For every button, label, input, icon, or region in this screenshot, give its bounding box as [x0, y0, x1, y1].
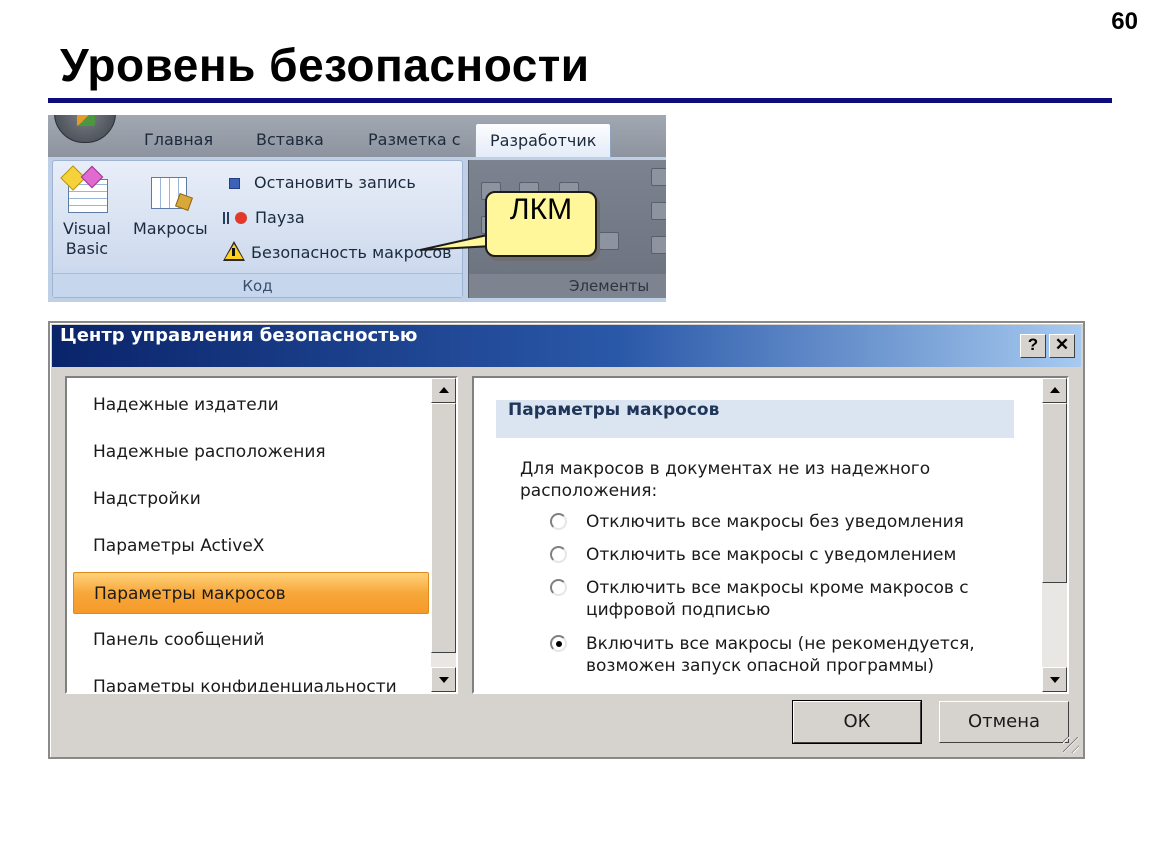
trust-center-nav: Надежные издатели Надежные расположения … [65, 376, 458, 694]
macro-settings-panel: Параметры макросов Для макросов в докуме… [472, 376, 1069, 694]
trust-center-dialog: Центр управления безопасностью ? ✕ Надеж… [48, 321, 1085, 759]
macros-icon [147, 169, 194, 215]
help-button[interactable]: ? [1020, 334, 1046, 358]
radio-button[interactable] [550, 546, 567, 563]
stop-icon [229, 178, 240, 189]
option-label: Отключить все макросы без уведомления [586, 512, 964, 532]
section-header: Параметры макросов [496, 400, 1014, 438]
tab-page-layout[interactable]: Разметка с [368, 123, 461, 157]
visual-basic-icon [60, 165, 110, 215]
control-icon [599, 232, 619, 250]
tab-insert[interactable]: Вставка [256, 123, 324, 157]
pause-icon [223, 212, 251, 224]
view-code-icon [651, 236, 666, 254]
nav-item-trusted-publishers[interactable]: Надежные издатели [73, 384, 429, 426]
title-divider [48, 98, 1112, 103]
close-button[interactable]: ✕ [1049, 334, 1075, 358]
ok-button[interactable]: ОК [792, 700, 922, 744]
dialog-title: Центр управления безопасностью [60, 325, 418, 346]
pause-label: Пауза [255, 208, 305, 227]
stop-recording-button[interactable]: Остановить запись [223, 169, 416, 197]
arrow-up-icon [1050, 387, 1060, 393]
radio-button[interactable] [550, 513, 567, 530]
lkm-callout: ЛКМ [485, 191, 597, 257]
tab-home[interactable]: Главная [144, 123, 213, 157]
content-scrollbar[interactable] [1042, 378, 1067, 692]
tab-developer[interactable]: Разработчик [475, 123, 612, 157]
scroll-down-button[interactable] [431, 667, 456, 692]
scroll-down-button[interactable] [1042, 667, 1067, 692]
scroll-up-button[interactable] [1042, 378, 1067, 403]
option-label: Включить все макросы (не рекомендуется, … [586, 634, 975, 676]
design-mode-icon [651, 168, 666, 186]
intro-text: Для макросов в документах не из надежног… [520, 459, 931, 501]
nav-item-macro-settings[interactable]: Параметры макросов [73, 572, 429, 614]
scroll-thumb[interactable] [431, 403, 456, 653]
ribbon-group-code: Visual Basic Макросы Остановить запись П… [52, 160, 463, 298]
macro-security-button[interactable]: Безопасность макросов [223, 239, 452, 267]
office-logo-icon [77, 115, 95, 126]
macros-button[interactable]: Макросы [133, 169, 208, 239]
properties-icon [651, 202, 666, 220]
dialog-titlebar: Центр управления безопасностью ? ✕ [52, 325, 1081, 367]
group-controls-label: Элементы [469, 274, 666, 298]
office-button[interactable] [54, 115, 116, 143]
visual-basic-label-line1: Visual [63, 219, 111, 238]
stop-recording-label: Остановить запись [254, 173, 416, 192]
radio-button-checked[interactable] [550, 635, 567, 652]
scroll-thumb[interactable] [1042, 403, 1067, 583]
page-number: 60 [1111, 8, 1138, 35]
arrow-down-icon [439, 677, 449, 683]
pause-button[interactable]: Пауза [223, 204, 305, 232]
arrow-down-icon [1050, 677, 1060, 683]
radio-button[interactable] [550, 579, 567, 596]
nav-item-trusted-locations[interactable]: Надежные расположения [73, 431, 429, 473]
warning-icon [223, 241, 245, 261]
nav-item-activex-settings[interactable]: Параметры ActiveX [73, 525, 429, 567]
resize-grip-icon[interactable] [1063, 737, 1079, 753]
macros-label: Макросы [133, 219, 208, 238]
arrow-up-icon [439, 387, 449, 393]
visual-basic-label-line2: Basic [65, 239, 109, 258]
visual-basic-button[interactable]: Visual Basic [60, 165, 111, 259]
slide-title: Уровень безопасности [60, 39, 590, 91]
ribbon-tab-bar: Главная Вставка Разметка с Разработчик [48, 115, 666, 157]
cancel-button[interactable]: Отмена [939, 701, 1069, 743]
scroll-up-button[interactable] [431, 378, 456, 403]
group-code-label: Код [53, 273, 462, 297]
option-label: Отключить все макросы с уведомлением [586, 545, 957, 565]
option-label: Отключить все макросы кроме макросов с ц… [586, 578, 969, 620]
nav-item-privacy-options[interactable]: Параметры конфиденциальности [73, 666, 429, 692]
nav-scrollbar[interactable] [431, 378, 456, 692]
nav-item-message-bar[interactable]: Панель сообщений [73, 619, 429, 661]
nav-item-add-ins[interactable]: Надстройки [73, 478, 429, 520]
